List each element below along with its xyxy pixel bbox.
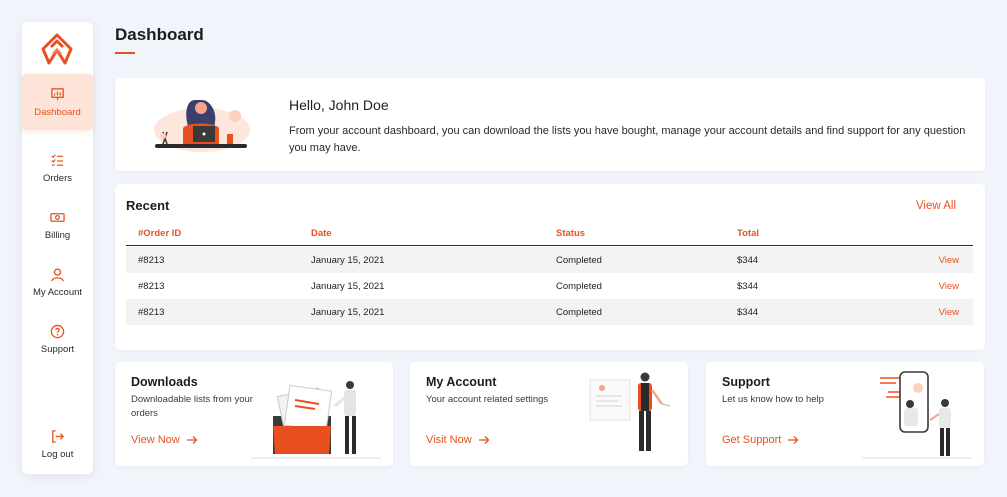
sidebar-item-label: Dashboard xyxy=(34,106,81,118)
view-order-link[interactable]: View xyxy=(939,307,959,318)
greeting: Hello, John Doe xyxy=(289,97,389,113)
sidebar-item-label: Billing xyxy=(44,229,71,241)
sidebar: Dashboard Orders Billing My Account Supp… xyxy=(22,22,93,474)
sidebar-item-billing[interactable]: Billing xyxy=(22,199,93,251)
cash-icon xyxy=(50,212,65,222)
order-date: January 15, 2021 xyxy=(311,255,385,266)
support-chat-illustration xyxy=(862,371,972,459)
card-description: Let us know how to help xyxy=(722,394,824,405)
welcome-card: Hello, John Doe From your account dashbo… xyxy=(115,78,985,171)
view-order-link[interactable]: View xyxy=(939,281,959,292)
table-row: #8213 January 15, 2021 Completed $344 Vi… xyxy=(126,273,973,299)
sidebar-item-support[interactable]: Support xyxy=(22,313,93,365)
sidebar-item-logout[interactable]: Log out xyxy=(22,418,93,470)
table-row: #8213 January 15, 2021 Completed $344 Vi… xyxy=(126,299,973,325)
sidebar-item-label: Support xyxy=(40,343,75,355)
order-status: Completed xyxy=(556,307,602,318)
order-date: January 15, 2021 xyxy=(311,281,385,292)
link-label: Visit Now xyxy=(426,434,472,446)
order-date: January 15, 2021 xyxy=(311,307,385,318)
sidebar-item-label: My Account xyxy=(32,286,83,298)
sidebar-item-my-account[interactable]: My Account xyxy=(22,256,93,308)
downloads-card: Downloads Downloadable lists from your o… xyxy=(115,362,393,466)
sidebar-item-label: Orders xyxy=(42,172,73,184)
order-total: $344 xyxy=(737,307,759,318)
order-id: #8213 xyxy=(138,281,165,292)
user-icon xyxy=(51,267,64,281)
sidebar-item-label: Log out xyxy=(41,448,74,460)
view-now-link[interactable]: View Now xyxy=(131,434,198,446)
my-account-card: My Account Your account related settings… xyxy=(410,362,688,466)
brand-logo[interactable] xyxy=(40,32,74,66)
arrow-right-icon xyxy=(186,436,198,444)
table-header: #Order ID Date Status Total xyxy=(126,222,973,246)
sidebar-item-dashboard[interactable]: Dashboard xyxy=(22,74,93,130)
order-id: #8213 xyxy=(138,255,165,266)
get-support-link[interactable]: Get Support xyxy=(722,434,799,446)
card-title: Support xyxy=(722,375,770,389)
column-header: Status xyxy=(556,228,586,239)
logout-icon xyxy=(52,429,65,443)
link-label: Get Support xyxy=(722,434,782,446)
order-total: $344 xyxy=(737,281,759,292)
presentation-chart-icon xyxy=(51,87,64,100)
help-circle-icon xyxy=(50,324,65,338)
column-header: Total xyxy=(737,228,759,239)
welcome-message: From your account dashboard, you can dow… xyxy=(289,125,966,154)
card-title: My Account xyxy=(426,375,497,389)
order-total: $344 xyxy=(737,255,759,266)
order-status: Completed xyxy=(556,281,602,292)
page-title: Dashboard xyxy=(115,25,204,44)
working-person-illustration xyxy=(154,100,250,152)
order-id: #8213 xyxy=(138,307,165,318)
view-all-link[interactable]: View All xyxy=(916,200,956,212)
table-row: #8213 January 15, 2021 Completed $344 Vi… xyxy=(126,247,973,273)
view-order-link[interactable]: View xyxy=(939,255,959,266)
recent-title: Recent xyxy=(126,198,170,213)
sidebar-item-orders[interactable]: Orders xyxy=(22,142,93,194)
title-underline xyxy=(115,52,135,54)
support-card: Support Let us know how to help Get Supp… xyxy=(706,362,984,466)
arrow-right-icon xyxy=(478,436,490,444)
card-description: Your account related settings xyxy=(426,394,549,405)
column-header: Date xyxy=(311,228,332,239)
card-description: Downloadable lists from your orders xyxy=(131,394,253,419)
card-title: Downloads xyxy=(131,375,198,389)
checklist-icon xyxy=(51,153,64,166)
recent-orders-card: Recent View All #Order ID Date Status To… xyxy=(115,184,985,350)
folder-download-illustration xyxy=(251,381,381,459)
account-profile-illustration xyxy=(589,372,671,451)
arrow-right-icon xyxy=(788,436,799,444)
order-status: Completed xyxy=(556,255,602,266)
link-label: View Now xyxy=(131,434,180,446)
visit-now-link[interactable]: Visit Now xyxy=(426,434,490,446)
column-header: #Order ID xyxy=(138,228,182,239)
